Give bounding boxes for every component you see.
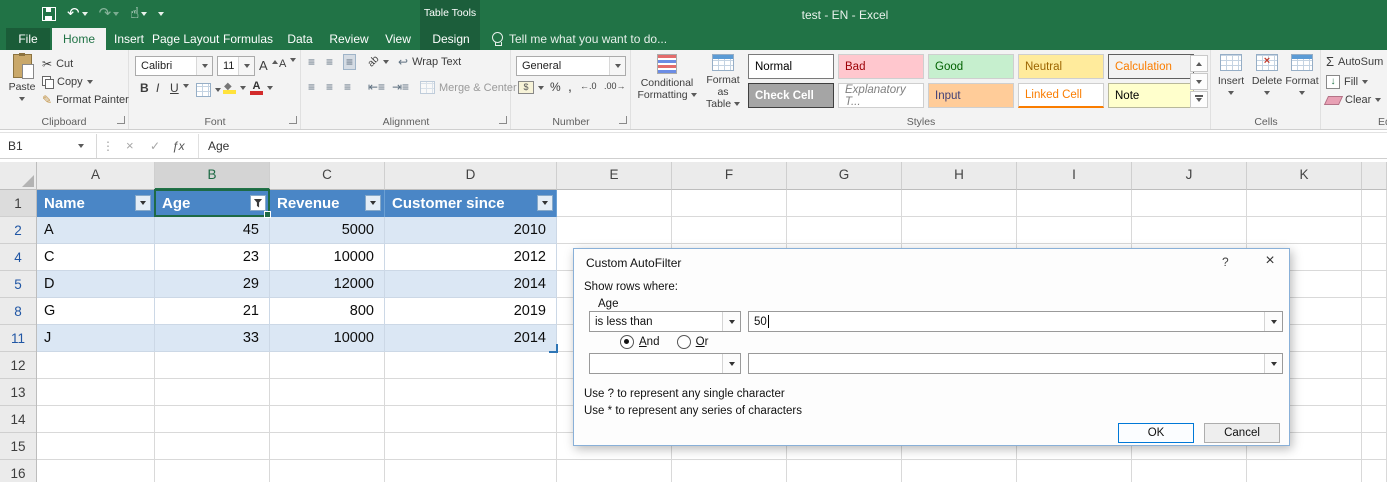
and-radio-label[interactable]: And [639, 336, 659, 348]
row-header-4[interactable]: 4 [0, 244, 36, 271]
column-header-b[interactable]: B [155, 162, 270, 190]
column-header-f[interactable]: F [672, 162, 787, 190]
column-header-partial[interactable] [1362, 162, 1387, 190]
filter-arrow-icon [370, 201, 376, 205]
column-header-e[interactable]: E [557, 162, 672, 190]
table-header-text: Revenue [277, 195, 340, 212]
filter-button-revenue[interactable] [365, 195, 381, 211]
column-header-a[interactable]: A [37, 162, 155, 190]
row-header-14[interactable]: 14 [0, 406, 36, 433]
cell-c11[interactable]: 10000 [270, 325, 385, 352]
value2-combobox[interactable] [748, 353, 1283, 374]
cell-b5[interactable]: 29 [155, 271, 270, 298]
row-header-2[interactable]: 2 [0, 217, 36, 244]
table-resize-handle[interactable] [549, 344, 558, 353]
cell-a2[interactable]: A [37, 217, 155, 244]
or-radio[interactable] [676, 335, 691, 349]
row-header-12[interactable]: 12 [0, 352, 36, 379]
column-header-k[interactable]: K [1247, 162, 1362, 190]
cell-d4[interactable]: 2012 [385, 244, 557, 271]
filter-button-customer-since[interactable] [537, 195, 553, 211]
funnel-icon [253, 198, 263, 208]
filter-arrow-icon [140, 201, 146, 205]
or-radio-label[interactable]: Or [696, 336, 709, 348]
cell-c8[interactable]: 800 [270, 298, 385, 325]
table-header-text: Name [44, 195, 85, 212]
and-radio[interactable] [620, 335, 634, 349]
cell-b11[interactable]: 33 [155, 325, 270, 352]
logic-radio-group: And Or [620, 335, 722, 349]
help-icon[interactable]: ? [1222, 255, 1229, 269]
show-rows-where-label: Show rows where: [584, 281, 678, 293]
wildcard-hint-1: Use ? to represent any single character [584, 388, 785, 400]
cell-b8[interactable]: 21 [155, 298, 270, 325]
table-header-age: Age [155, 190, 270, 217]
cell-d5[interactable]: 2014 [385, 271, 557, 298]
row-header-8[interactable]: 8 [0, 298, 36, 325]
cancel-button[interactable]: Cancel [1204, 423, 1280, 443]
operator1-dropdown-icon[interactable] [722, 312, 740, 331]
column-header-j[interactable]: J [1132, 162, 1247, 190]
cell-d8[interactable]: 2019 [385, 298, 557, 325]
cell-a11[interactable]: J [37, 325, 155, 352]
value1-combobox[interactable]: 50 [748, 311, 1283, 332]
row-header-15[interactable]: 15 [0, 433, 36, 460]
cell-a5[interactable]: D [37, 271, 155, 298]
cell-c4[interactable]: 10000 [270, 244, 385, 271]
ok-button[interactable]: OK [1118, 423, 1194, 443]
row-header-5[interactable]: 5 [0, 271, 36, 298]
column-header-h[interactable]: H [902, 162, 1017, 190]
select-all-corner[interactable] [0, 162, 37, 190]
cell-d11[interactable]: 2014 [385, 325, 557, 352]
cell-a4[interactable]: C [37, 244, 155, 271]
column-header-g[interactable]: G [787, 162, 902, 190]
table-header-revenue: Revenue [270, 190, 385, 217]
close-icon[interactable]: × [1260, 252, 1280, 270]
column-header-c[interactable]: C [270, 162, 385, 190]
dialog-title: Custom AutoFilter [586, 256, 682, 270]
row-header-13[interactable]: 13 [0, 379, 36, 406]
cell-c5[interactable]: 12000 [270, 271, 385, 298]
select-all-triangle-icon [22, 175, 34, 187]
column-header-i[interactable]: I [1017, 162, 1132, 190]
row-header-16[interactable]: 16 [0, 460, 36, 482]
cell-b2[interactable]: 45 [155, 217, 270, 244]
operator2-dropdown-icon[interactable] [722, 354, 740, 373]
row-header-1[interactable]: 1 [0, 190, 36, 217]
operator2-combobox[interactable] [589, 353, 741, 374]
value1-dropdown-icon[interactable] [1264, 312, 1282, 331]
filter-arrow-icon [542, 201, 548, 205]
cell-a8[interactable]: G [37, 298, 155, 325]
cell-d2[interactable]: 2010 [385, 217, 557, 244]
cell-c2[interactable]: 5000 [270, 217, 385, 244]
text-cursor [767, 315, 769, 328]
table-header-text: Age [162, 195, 191, 212]
value2-dropdown-icon[interactable] [1264, 354, 1282, 373]
operator1-combobox[interactable]: is less than [589, 311, 741, 332]
excel-window: ↶ ↷ ☝ Table Tools test - EN - Excel File… [0, 0, 1387, 482]
filter-button-age[interactable] [250, 195, 266, 211]
custom-autofilter-dialog: Custom AutoFilter ? × Show rows where: A… [573, 248, 1290, 446]
table-header-text: Customer since [392, 195, 505, 212]
filter-button-name[interactable] [135, 195, 151, 211]
table-header-customer-since: Customer since [385, 190, 557, 217]
row-header-11[interactable]: 11 [0, 325, 36, 352]
filter-field-label: Age [598, 298, 619, 310]
wildcard-hint-2: Use * to represent any series of charact… [584, 405, 802, 417]
column-header-d[interactable]: D [385, 162, 557, 190]
cell-b4[interactable]: 23 [155, 244, 270, 271]
table-header-name: Name [37, 190, 155, 217]
